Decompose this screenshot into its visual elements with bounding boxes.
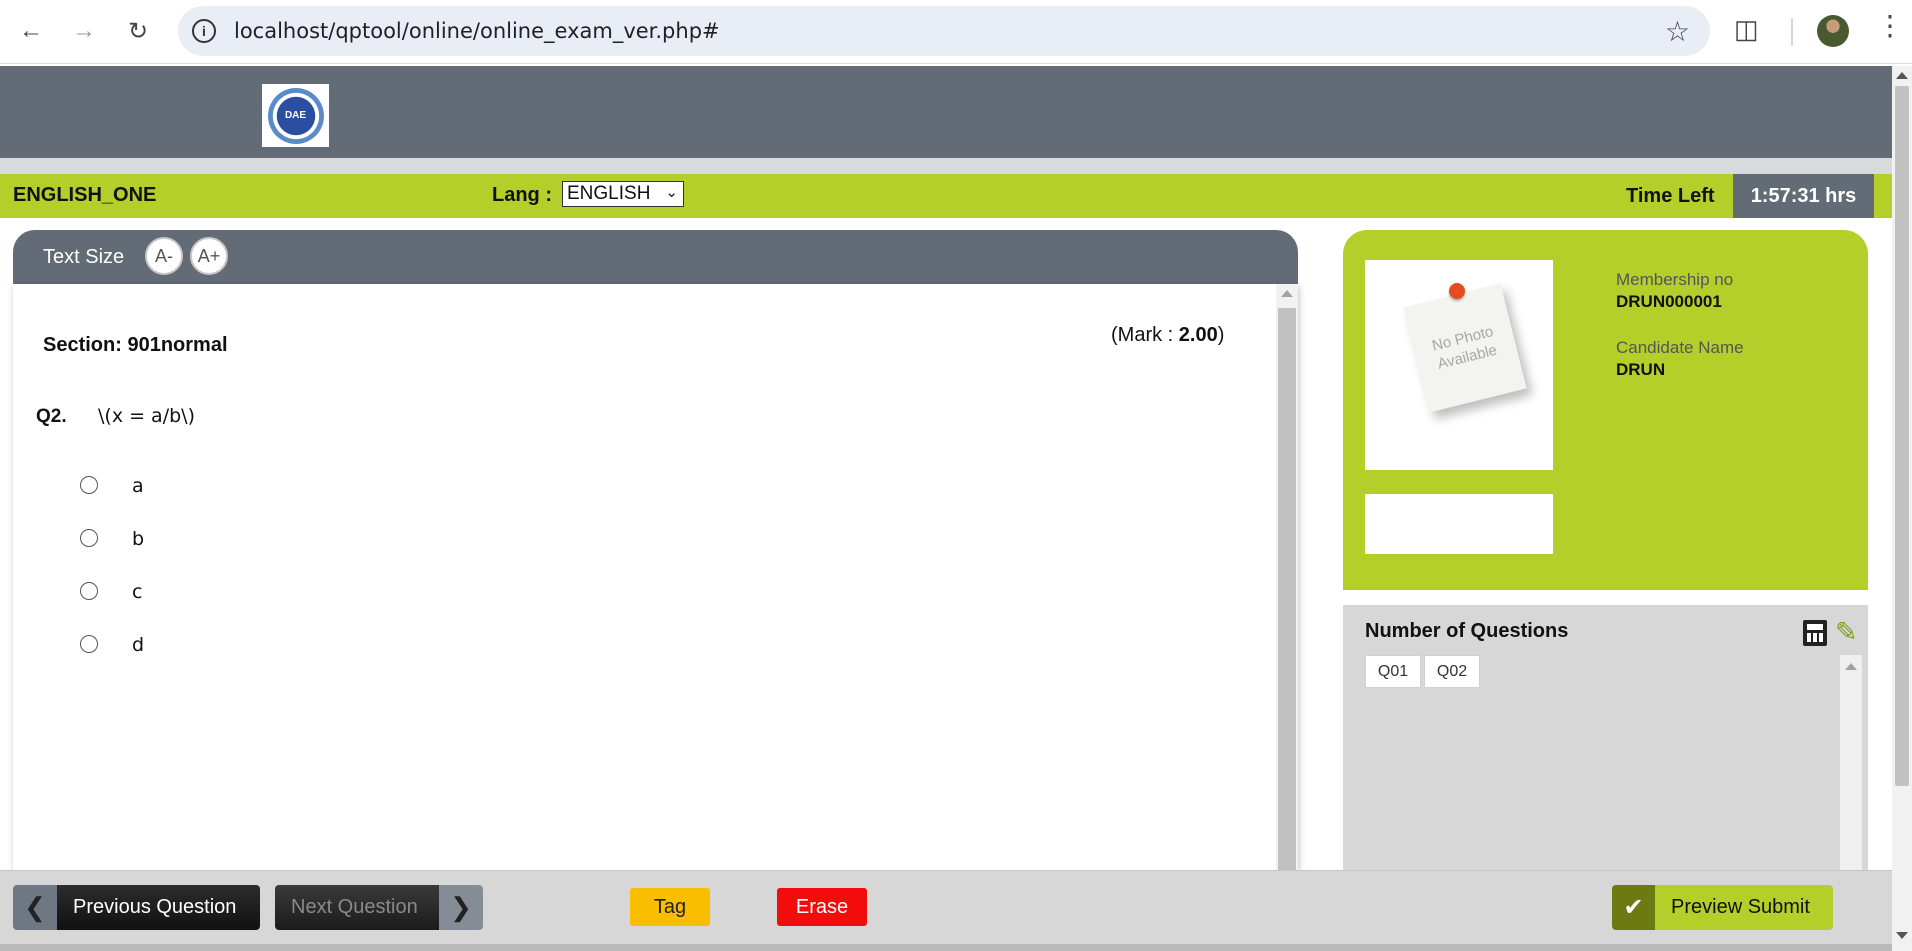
page-scrollbar[interactable] — [1892, 66, 1912, 951]
question-navigator-title: Number of Questions — [1365, 620, 1569, 642]
chevron-right-icon[interactable]: ❯ — [439, 885, 483, 930]
option-label[interactable]: b — [132, 528, 144, 550]
logo-emblem: DAE — [267, 87, 324, 144]
candidate-name-value: DRUN — [1616, 360, 1666, 379]
scrollbar-thumb[interactable] — [1278, 308, 1296, 870]
info-icon[interactable]: i — [192, 19, 216, 43]
back-icon[interactable]: ← — [14, 14, 48, 48]
text-size-label: Text Size — [43, 246, 125, 268]
option-radio[interactable] — [80, 582, 98, 600]
option-label[interactable]: d — [132, 634, 144, 656]
candidate-photo: No Photo Available — [1365, 260, 1553, 470]
bottom-edge — [0, 944, 1892, 951]
pencil-icon[interactable]: ✎ — [1835, 619, 1858, 646]
preview-submit-button[interactable]: ✔ Preview Submit — [1612, 885, 1833, 930]
question-panel-header: Text Size A- A+ — [13, 230, 1298, 284]
question-scrollbar[interactable] — [1276, 284, 1298, 870]
previous-question-button[interactable]: ❮ Previous Question — [13, 885, 260, 930]
scroll-up-icon[interactable] — [1845, 663, 1857, 670]
no-photo-placeholder: No Photo Available — [1403, 283, 1527, 413]
increase-text-size-button[interactable]: A+ — [190, 237, 228, 275]
section-title: Section: 901normal — [43, 334, 228, 356]
calculator-icon[interactable] — [1803, 620, 1827, 646]
reload-icon[interactable]: ↻ — [121, 14, 155, 48]
candidate-panel: No Photo Available Membership no DRUN000… — [1343, 230, 1868, 590]
checkmark-icon[interactable]: ✔ — [1612, 885, 1655, 930]
mark-suffix: ) — [1217, 324, 1225, 346]
site-header: DAE — [0, 66, 1892, 158]
decrease-text-size-button[interactable]: A- — [145, 237, 183, 275]
language-select[interactable]: ENGLISH ⌄ — [562, 181, 684, 207]
chevron-left-icon[interactable]: ❮ — [13, 885, 57, 930]
address-url[interactable]: localhost/qptool/online/online_exam_ver.… — [234, 19, 720, 43]
language-selected-value[interactable]: ENGLISH — [567, 183, 650, 204]
scroll-up-icon[interactable] — [1281, 290, 1293, 297]
lang-label: Lang : — [492, 184, 552, 206]
scroll-down-icon[interactable] — [1896, 932, 1908, 939]
calculator-screen — [1807, 624, 1823, 630]
time-left-value: 1:57:31 hrs — [1733, 174, 1874, 218]
option-label[interactable]: c — [132, 581, 142, 603]
question-panel: Section: 901normal (Mark : 2.00) Q2. \(x… — [13, 284, 1298, 870]
pushpin-icon — [1449, 283, 1465, 299]
next-question-button[interactable]: Next Question ❯ — [275, 885, 483, 930]
calculator-keys — [1807, 633, 1823, 642]
browser-toolbar: ← → ↻ i localhost/qptool/online/online_e… — [0, 0, 1912, 64]
footer-bar: ❮ Previous Question Next Question ❯ Tag … — [0, 870, 1892, 944]
question-number: Q2. — [36, 406, 67, 427]
membership-field: Membership no DRUN000001 — [1616, 270, 1733, 312]
exam-info-bar: ENGLISH_ONE Lang : ENGLISH ⌄ Time Left 1… — [0, 174, 1892, 218]
next-question-label[interactable]: Next Question — [275, 885, 439, 930]
tag-button[interactable]: Tag — [630, 888, 710, 926]
question-navigator: Number of Questions ✎ Q01 Q02 — [1343, 605, 1868, 870]
mark-prefix: (Mark : — [1111, 324, 1179, 346]
menu-icon[interactable]: ⋮ — [1876, 12, 1904, 40]
dae-logo: DAE — [262, 84, 329, 147]
candidate-name-field: Candidate Name DRUN — [1616, 338, 1744, 380]
question-navigator-scrollbar[interactable] — [1840, 655, 1862, 870]
header-divider — [0, 158, 1892, 174]
question-button-q01[interactable]: Q01 — [1365, 655, 1421, 688]
question-mark: (Mark : 2.00) — [1111, 324, 1224, 347]
question-text: \(x = a/b\) — [98, 405, 195, 427]
mark-value: 2.00 — [1178, 324, 1218, 346]
option-label[interactable]: a — [132, 475, 144, 497]
toolbar-divider — [1791, 18, 1793, 46]
preview-submit-label[interactable]: Preview Submit — [1655, 885, 1810, 930]
forward-icon[interactable]: → — [67, 14, 101, 48]
candidate-signature — [1365, 494, 1553, 554]
option-radio[interactable] — [80, 476, 98, 494]
profile-avatar[interactable] — [1817, 15, 1849, 47]
exam-name: ENGLISH_ONE — [13, 184, 157, 206]
candidate-name-label: Candidate Name — [1616, 338, 1744, 357]
membership-value: DRUN000001 — [1616, 292, 1722, 311]
time-left-label: Time Left — [1626, 185, 1715, 207]
address-bar[interactable]: i localhost/qptool/online/online_exam_ve… — [178, 6, 1710, 56]
scroll-up-icon[interactable] — [1896, 72, 1908, 79]
previous-question-label[interactable]: Previous Question — [57, 885, 260, 930]
erase-button[interactable]: Erase — [777, 888, 867, 926]
page-scrollbar-thumb[interactable] — [1895, 86, 1909, 786]
chevron-down-icon[interactable]: ⌄ — [665, 181, 678, 205]
extensions-icon[interactable]: ◫ — [1734, 14, 1759, 45]
star-icon[interactable]: ☆ — [1665, 15, 1690, 48]
option-radio[interactable] — [80, 529, 98, 547]
question-button-q02[interactable]: Q02 — [1424, 655, 1480, 688]
membership-label: Membership no — [1616, 270, 1734, 289]
option-radio[interactable] — [80, 635, 98, 653]
